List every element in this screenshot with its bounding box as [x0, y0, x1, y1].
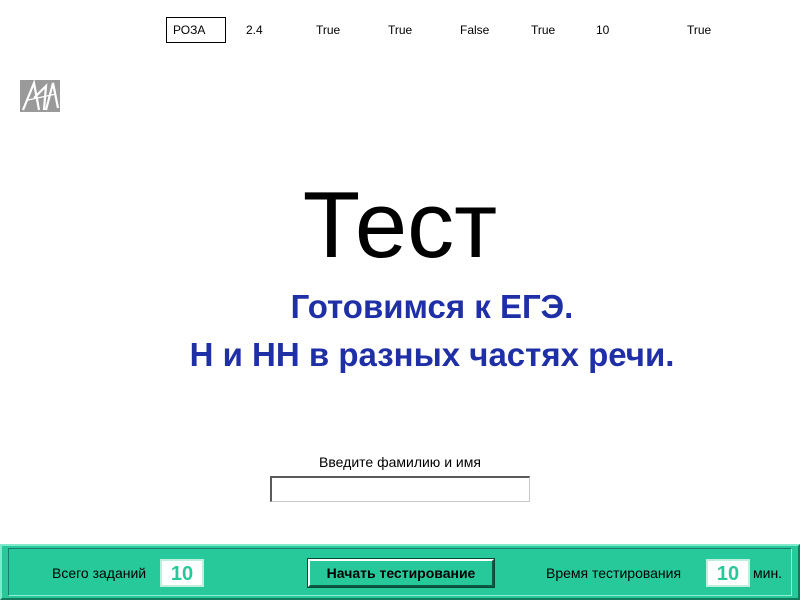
variable-value: True — [687, 23, 712, 37]
variable-value: True — [531, 23, 556, 37]
test-time-unit: мин. — [753, 565, 783, 581]
subtitle-line-2: Н и НН в разных частях речи. — [189, 336, 675, 373]
variable-value: True — [388, 23, 413, 37]
test-time-label: Время тестирования — [546, 565, 682, 581]
variable-value: False — [460, 23, 490, 37]
total-tasks-label: Всего заданий — [52, 565, 147, 581]
variable-value: 2.4 — [246, 23, 263, 37]
page-title: Тест — [302, 172, 498, 277]
total-tasks-value: 10 — [160, 559, 204, 587]
start-test-button[interactable]: Начать тестирование — [308, 559, 494, 587]
test-time-value: 10 — [706, 559, 750, 587]
name-field-label: Введите фамилию и имя — [319, 454, 481, 470]
variable-value: 10 — [596, 23, 610, 37]
variable-box: РОЗА — [166, 17, 226, 43]
variable-value: True — [316, 23, 341, 37]
stylized-letters-logo-icon — [20, 80, 60, 112]
subtitle-line-1: Готовимся к ЕГЭ. — [290, 288, 574, 325]
name-field[interactable] — [270, 476, 530, 502]
